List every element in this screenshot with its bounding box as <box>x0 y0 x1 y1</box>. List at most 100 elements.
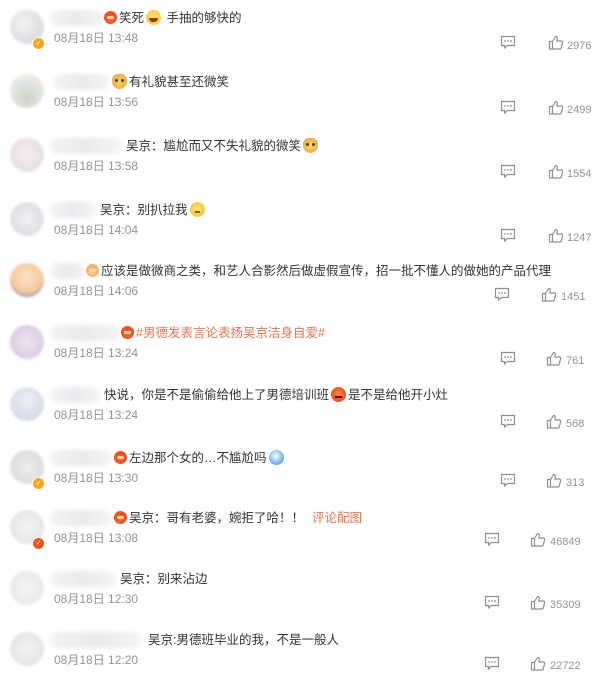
avatar[interactable] <box>10 571 44 605</box>
reply-icon[interactable] <box>500 35 516 49</box>
reply-icon[interactable] <box>500 351 516 365</box>
comment-text: 快说，你是不是偷偷给他上了男德培训班 是不是给他开小灶 <box>104 387 449 402</box>
doge-emoji-icon <box>303 138 319 153</box>
comment-time: 08月18日 14:04 <box>54 223 139 237</box>
like-count: 1451 <box>561 291 586 303</box>
laugh-emoji-icon <box>146 10 162 25</box>
like-icon[interactable] <box>546 351 562 366</box>
username[interactable] <box>50 450 112 466</box>
comment-text: 吴京：哥有老婆，婉拒了哈！！ 评论配图 <box>114 508 362 528</box>
comment-item: 吴京:男德班毕业的我，不是一般人 08月18日 12:20 22722 <box>0 630 600 679</box>
like-count: 313 <box>566 477 585 489</box>
username[interactable] <box>50 263 86 279</box>
hashtag-link[interactable]: #男德发表言论表扬吴京洁身自爱# <box>136 326 325 340</box>
username[interactable] <box>54 74 110 90</box>
like-icon[interactable] <box>546 414 562 429</box>
avatar[interactable] <box>10 632 44 666</box>
comment-text: 吴京：别来沾边 <box>120 572 208 586</box>
username[interactable] <box>50 387 100 403</box>
comment-time: 08月18日 13:08 <box>54 531 139 545</box>
fan-badge-icon <box>114 511 127 524</box>
username[interactable] <box>50 325 120 341</box>
comment-text: 有礼貌甚至还微笑 <box>110 72 229 92</box>
comment-time: 08月18日 12:20 <box>54 653 139 667</box>
like-count: 46849 <box>550 536 581 548</box>
comment-text: 吴京：尴尬而又不失礼貌的微笑 <box>126 136 320 156</box>
username[interactable] <box>50 138 122 154</box>
comment-time: 08月18日 14:06 <box>54 284 139 298</box>
avatar[interactable] <box>10 202 44 236</box>
comment-item: 快说，你是不是偷偷给他上了男德培训班 是不是给他开小灶 08月18日 13:24 … <box>0 385 600 435</box>
comment-time: 08月18日 13:58 <box>54 159 139 173</box>
reply-icon[interactable] <box>500 100 516 114</box>
comment-item: 应该是做微商之类，和艺人合影然后做虚假宣传，招一批不懂人的做她的产品代理 08月… <box>0 261 600 311</box>
reply-icon[interactable] <box>500 473 516 487</box>
angry-emoji-icon <box>331 387 347 402</box>
comment-item: 吴京：尴尬而又不失礼貌的微笑 08月18日 13:58 1554 <box>0 136 600 186</box>
comment-item: #男德发表言论表扬吴京洁身自爱# 08月18日 13:24 761 <box>0 323 600 373</box>
username[interactable] <box>50 571 116 587</box>
like-icon[interactable] <box>548 228 564 243</box>
fan-badge-icon <box>104 11 117 24</box>
thinking-emoji-icon <box>189 202 205 217</box>
comment-item: ✓ 吴京：哥有老婆，婉拒了哈！！ 评论配图 08月18日 13:08 46849 <box>0 508 600 558</box>
username[interactable] <box>50 10 104 26</box>
reply-icon[interactable] <box>494 287 510 301</box>
like-icon[interactable] <box>530 532 546 547</box>
reply-icon[interactable] <box>500 228 516 242</box>
like-count: 1554 <box>567 168 592 180</box>
like-count: 35309 <box>550 599 581 611</box>
comment-picture-link[interactable]: 评论配图 <box>312 511 362 525</box>
reply-icon[interactable] <box>484 595 500 609</box>
avatar[interactable] <box>10 74 44 108</box>
comment-time: 08月18日 12:30 <box>54 592 139 606</box>
comment-item: 吴京：别扒拉我 08月18日 14:04 1247 <box>0 200 600 250</box>
comment-time: 08月18日 13:30 <box>54 471 139 485</box>
reply-icon[interactable] <box>500 414 516 428</box>
comment-time: 08月18日 13:24 <box>54 408 139 422</box>
reply-icon[interactable] <box>500 164 516 178</box>
like-icon[interactable] <box>530 595 546 610</box>
comment-item: 有礼貌甚至还微笑 08月18日 13:56 2499 <box>0 72 600 122</box>
like-icon[interactable] <box>530 656 546 671</box>
verified-badge-icon: ✓ <box>32 37 45 50</box>
like-count: 568 <box>566 418 585 430</box>
like-icon[interactable] <box>546 473 562 488</box>
like-count: 1247 <box>567 232 592 244</box>
comment-text: #男德发表言论表扬吴京洁身自爱# <box>121 323 325 343</box>
comment-text: 吴京:男德班毕业的我，不是一般人 <box>148 633 339 647</box>
fan-badge-icon <box>121 326 134 339</box>
like-count: 761 <box>566 355 585 367</box>
doraemon-emoji-icon <box>268 450 284 465</box>
like-count: 22722 <box>550 660 581 672</box>
avatar[interactable] <box>10 387 44 421</box>
like-icon[interactable] <box>548 164 564 179</box>
comment-time: 08月18日 13:56 <box>54 95 139 109</box>
comment-item: ✓ 左边那个女的…不尴尬吗 08月18日 13:30 313 <box>0 448 600 498</box>
like-icon[interactable] <box>548 100 564 115</box>
comment-text: 笑死 手抽的够快的 <box>104 8 242 28</box>
comment-item: ✓ 笑死 手抽的够快的 08月18日 13:48 2976 <box>0 8 600 58</box>
like-count: 2499 <box>567 104 592 116</box>
like-count: 2976 <box>567 40 592 52</box>
comment-item: 吴京：别来沾边 08月18日 12:30 35309 <box>0 569 600 619</box>
avatar[interactable] <box>10 138 44 172</box>
like-icon[interactable] <box>548 35 564 50</box>
fan-badge-icon <box>114 451 127 464</box>
avatar[interactable] <box>10 263 44 297</box>
reply-icon[interactable] <box>484 656 500 670</box>
reply-icon[interactable] <box>484 532 500 546</box>
avatar[interactable] <box>10 325 44 359</box>
username[interactable] <box>50 632 142 648</box>
verified-badge-icon: ✓ <box>32 537 45 550</box>
doge-emoji-icon <box>112 74 127 89</box>
username[interactable] <box>50 202 96 218</box>
like-icon[interactable] <box>541 287 557 302</box>
username[interactable] <box>50 510 112 526</box>
comment-time: 08月18日 13:24 <box>54 346 139 360</box>
comment-text: 吴京：别扒拉我 <box>100 200 207 220</box>
comment-text: 应该是做微商之类，和艺人合影然后做虚假宣传，招一批不懂人的做她的产品代理 <box>86 261 551 281</box>
fan-badge-icon <box>86 264 99 277</box>
comment-time: 08月18日 13:48 <box>54 31 139 45</box>
verified-badge-icon: ✓ <box>32 477 45 490</box>
